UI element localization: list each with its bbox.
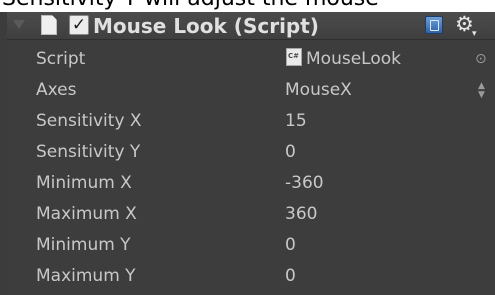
property-label: Minimum Y — [36, 235, 131, 255]
caption-text: Sensitivity Y will adjust the mouse — [0, 0, 495, 12]
property-row-sensitivity-x: Sensitivity X 15 — [7, 107, 495, 138]
script-object-value: MouseLook — [306, 49, 401, 69]
csharp-script-icon — [286, 48, 302, 66]
property-row-maximum-x: Maximum X 360 — [7, 200, 495, 231]
property-row-minimum-y: Minimum Y 0 — [7, 231, 495, 262]
property-label: Sensitivity Y — [36, 142, 141, 162]
maximum-x-field[interactable]: 360 — [285, 200, 445, 229]
enable-component-checkbox[interactable]: ✓ — [69, 15, 89, 35]
property-label: Sensitivity X — [36, 111, 142, 131]
foldout-arrow-icon[interactable] — [13, 20, 25, 29]
property-row-sensitivity-y: Sensitivity Y 0 — [7, 138, 495, 169]
sensitivity-x-field[interactable]: 15 — [285, 107, 445, 136]
object-picker-icon[interactable]: ⊙ — [475, 45, 487, 74]
gear-caret-icon: ▾ — [472, 29, 477, 39]
property-label: Maximum Y — [36, 266, 136, 286]
property-label: Minimum X — [36, 173, 132, 193]
property-row-maximum-y: Maximum Y 0 — [7, 262, 495, 293]
component-header[interactable]: ✓ Mouse Look (Script) ⚙ ▾ — [7, 12, 495, 40]
inspector-panel: ✓ Mouse Look (Script) ⚙▾ Script MouseLoo… — [7, 12, 495, 295]
property-row-minimum-x: Minimum X -360 — [7, 169, 495, 200]
property-label: Maximum X — [36, 204, 137, 224]
maximum-y-field[interactable]: 0 — [285, 262, 445, 291]
minimum-y-field[interactable]: 0 — [285, 231, 445, 260]
component-title: Mouse Look (Script) — [93, 14, 319, 38]
script-icon — [41, 15, 57, 35]
property-row-script: Script MouseLook ⊙ — [7, 45, 495, 76]
property-row-axes: Axes MouseX ▲ ▼ — [7, 76, 495, 107]
caption-text-label: Sensitivity Y will adjust the mouse — [2, 0, 379, 11]
minimum-x-field[interactable]: -360 — [285, 169, 445, 198]
help-icon[interactable] — [425, 16, 443, 34]
axes-dropdown[interactable]: MouseX — [285, 76, 445, 105]
property-list: Script MouseLook ⊙ Axes MouseX ▲▼ Sensit… — [7, 45, 495, 293]
gear-icon[interactable]: ⚙ ▾ — [455, 13, 477, 39]
script-object-field[interactable]: MouseLook — [286, 45, 401, 74]
property-label: Script — [36, 49, 86, 69]
sensitivity-y-field[interactable]: 0 — [285, 138, 445, 167]
dropdown-arrows-icon[interactable]: ▲ ▼ — [478, 82, 485, 100]
property-label: Axes — [36, 80, 77, 100]
